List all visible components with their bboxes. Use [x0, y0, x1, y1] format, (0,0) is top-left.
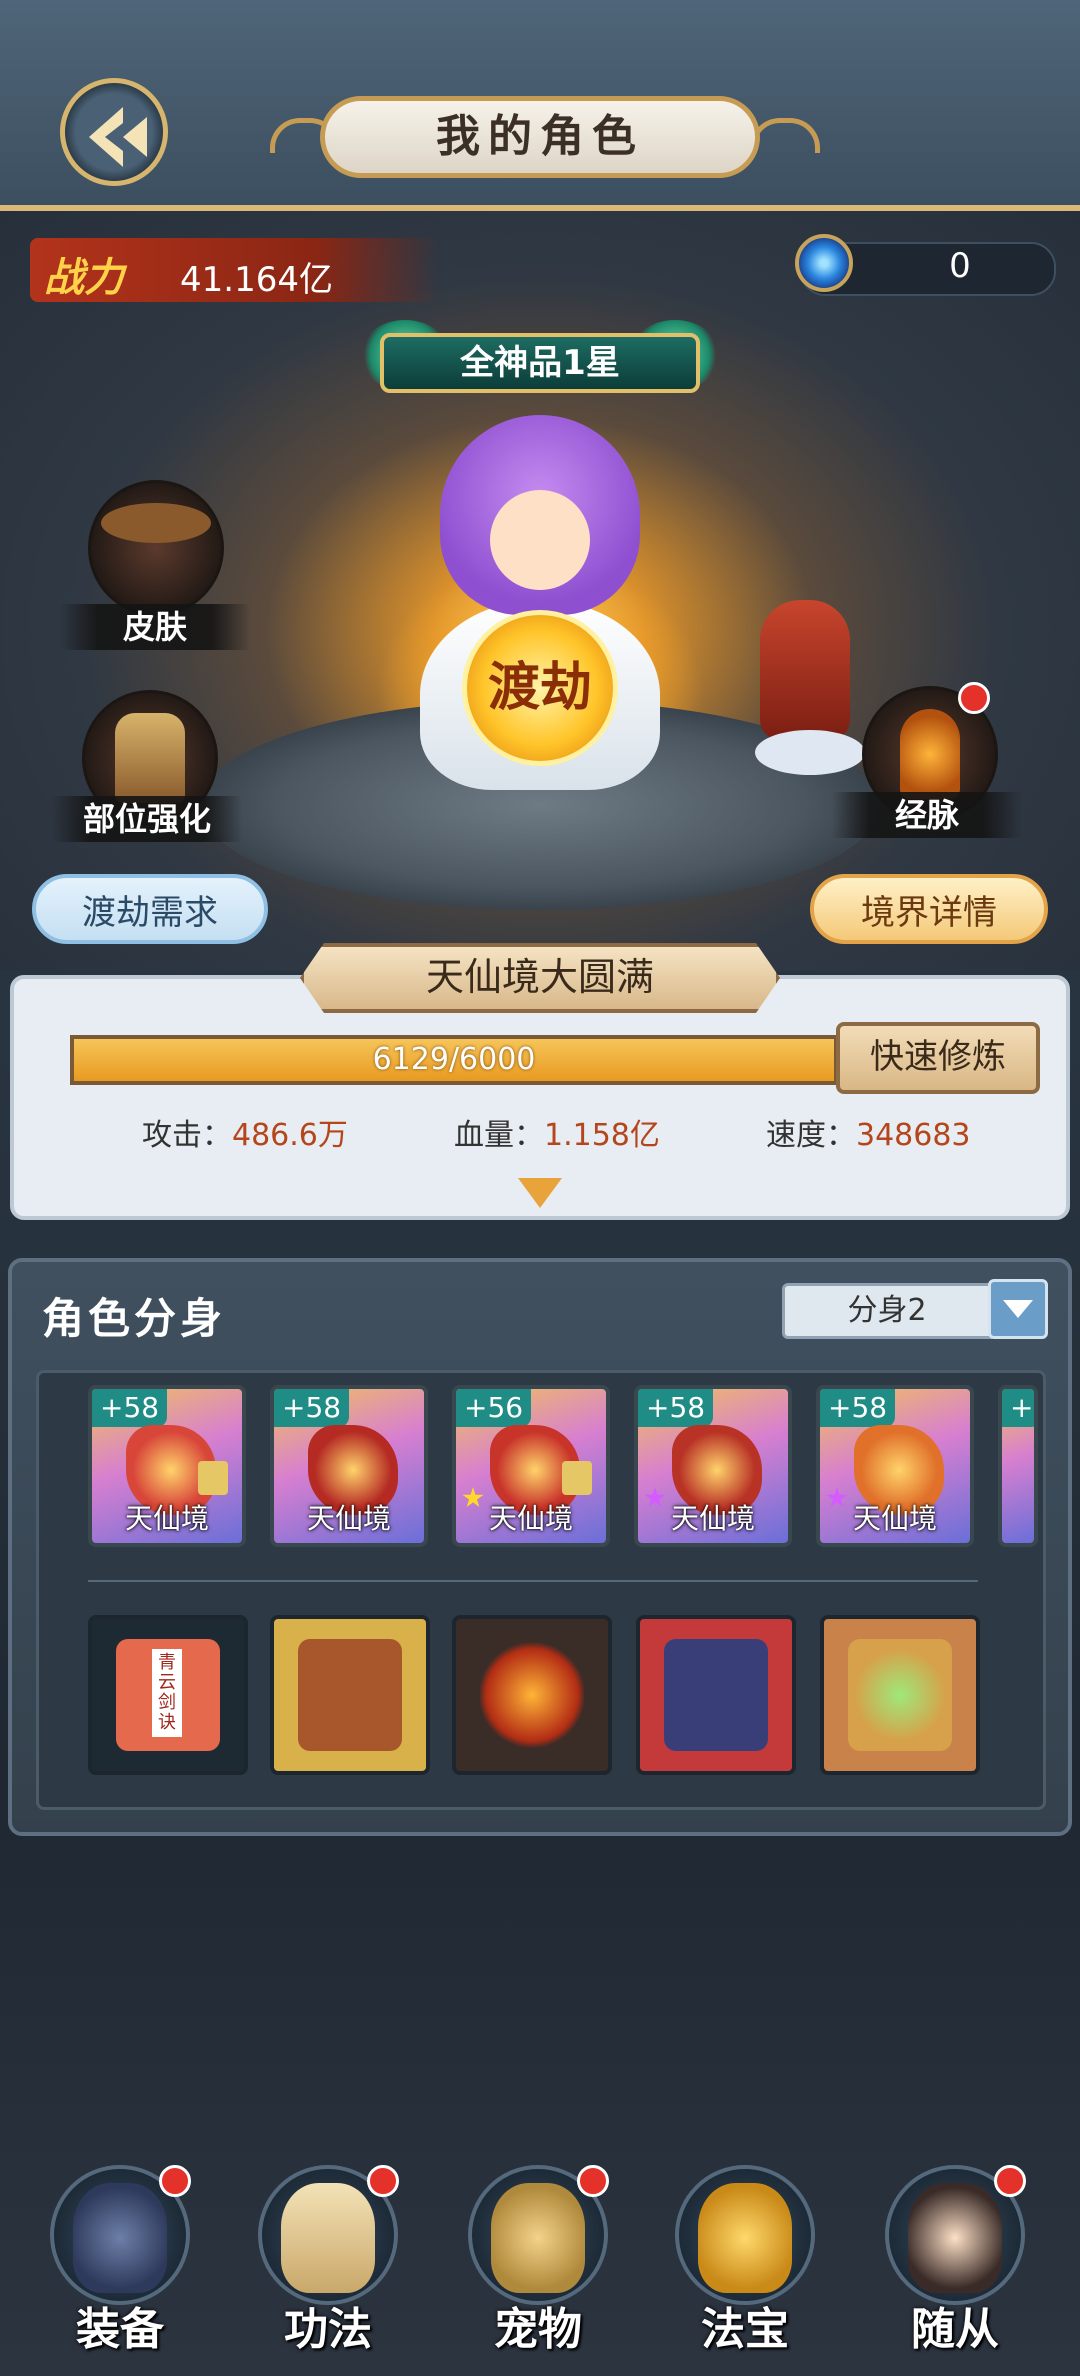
nav-treasure-bell[interactable]: 法宝 — [670, 2165, 820, 2365]
equipment-level: +56 — [456, 1389, 532, 1427]
skill-slot[interactable] — [452, 1615, 612, 1775]
meridian-badge — [958, 682, 990, 714]
equipment-slot[interactable]: +58 天仙境 — [270, 1385, 428, 1547]
notification-badge — [577, 2165, 609, 2197]
exp-progress-text: 6129/6000 — [372, 1042, 536, 1077]
combat-power-value: 41.164亿 — [180, 260, 333, 300]
fast-train-button[interactable]: 快速修炼 — [836, 1022, 1040, 1094]
cloud-decoration — [755, 730, 865, 775]
spirit-orb-icon — [795, 234, 853, 292]
back-arrow-icon — [89, 107, 147, 167]
skill-slot[interactable] — [636, 1615, 796, 1775]
stat-speed: 速度：348683 — [766, 1110, 971, 1154]
stat-hp-value: 1.158亿 — [544, 1118, 660, 1153]
meditation-figure-icon — [900, 709, 960, 799]
stat-speed-label: 速度： — [766, 1118, 856, 1153]
armored-general-icon — [664, 1639, 768, 1751]
meridian-label: 经脉 — [832, 792, 1022, 838]
hero-rank-banner: 全神品1星 — [380, 333, 700, 393]
page-title: 我的角色 — [320, 96, 760, 178]
skin-label: 皮肤 — [60, 604, 250, 650]
divider — [88, 1580, 978, 1582]
monkey-king-icon — [298, 1639, 402, 1751]
equipment-level: +58 — [820, 1389, 896, 1427]
stat-speed-value: 348683 — [856, 1118, 971, 1153]
skill-slot[interactable] — [270, 1615, 430, 1775]
stat-attack-value: 486.6万 — [232, 1118, 348, 1153]
stat-hp-label: 血量： — [454, 1118, 544, 1153]
equipment-realm: 天仙境 — [670, 1502, 755, 1535]
chevron-down-icon[interactable] — [988, 1279, 1048, 1339]
equipment-realm: 天仙境 — [306, 1502, 391, 1535]
combat-power-label: 战力 — [44, 255, 124, 301]
nav-label: 法宝 — [701, 2304, 789, 2355]
equipment-realm: 天仙境 — [124, 1502, 209, 1535]
dujie-requirements-button[interactable]: 渡劫需求 — [32, 874, 268, 944]
partial-item-icon — [1036, 1425, 1038, 1515]
stat-attack: 攻击：486.6万 — [142, 1110, 348, 1154]
nav-label: 装备 — [76, 2304, 164, 2355]
back-button[interactable] — [60, 78, 168, 186]
nav-follower[interactable]: 随从 — [880, 2165, 1030, 2365]
book-title: 青云剑诀 — [152, 1649, 182, 1737]
equipment-level: + — [1002, 1389, 1034, 1427]
lock-icon — [562, 1461, 592, 1495]
follower-icon — [908, 2183, 1002, 2293]
hero-face — [490, 490, 590, 590]
straw-hat-icon — [101, 503, 211, 543]
flame-blade-icon — [480, 1639, 584, 1751]
realm-details-button[interactable]: 境界详情 — [810, 874, 1048, 944]
equipment-realm: 天仙境 — [488, 1502, 573, 1535]
monkey-follower-figure — [760, 600, 850, 740]
dujie-button[interactable]: 渡劫 — [462, 610, 618, 766]
notification-badge — [994, 2165, 1026, 2197]
jade-bowl-icon — [848, 1639, 952, 1751]
equipment-level: +58 — [638, 1389, 714, 1427]
equipment-slot[interactable]: +58 天仙境 — [88, 1385, 246, 1547]
realm-name: 天仙境大圆满 — [300, 943, 780, 1013]
equipment-level: +58 — [274, 1389, 350, 1427]
treasure-bell-icon — [698, 2183, 792, 2293]
equipment-slot[interactable]: +56 天仙境 — [452, 1385, 610, 1547]
manual-book-icon: 青云剑诀 — [116, 1639, 220, 1751]
skill-slot[interactable]: 青云剑诀 — [88, 1615, 248, 1775]
nav-label: 随从 — [911, 2304, 999, 2355]
equipment-slot[interactable]: +58 天仙境 — [634, 1385, 792, 1547]
pet-dragon-icon — [491, 2183, 585, 2293]
equipment-slot[interactable]: +58 天仙境 — [816, 1385, 974, 1547]
notification-badge — [367, 2165, 399, 2197]
equipment-level: +58 — [92, 1389, 168, 1427]
equipment-icon — [73, 2183, 167, 2293]
incense-burner-icon — [115, 713, 185, 803]
stat-hp: 血量：1.158亿 — [454, 1110, 660, 1154]
skin-button[interactable] — [88, 480, 224, 616]
scroll-book-icon — [281, 2183, 375, 2293]
stat-attack-label: 攻击： — [142, 1118, 232, 1153]
currency-value: 0 — [949, 246, 971, 286]
nav-equipment[interactable]: 装备 — [45, 2165, 195, 2365]
equipment-slot[interactable]: + — [998, 1385, 1038, 1547]
skill-slot[interactable] — [820, 1615, 980, 1775]
lock-icon — [198, 1461, 228, 1495]
nav-scroll-book[interactable]: 功法 — [253, 2165, 403, 2365]
part-enhance-label: 部位强化 — [52, 796, 242, 842]
notification-badge — [159, 2165, 191, 2197]
expand-arrow-icon[interactable] — [518, 1178, 562, 1208]
clone-select[interactable]: 分身2 — [782, 1283, 992, 1339]
nav-pet-dragon[interactable]: 宠物 — [463, 2165, 613, 2365]
equipment-realm: 天仙境 — [852, 1502, 937, 1535]
exp-progress-bar: 6129/6000 — [70, 1035, 838, 1085]
nav-label: 功法 — [284, 2304, 372, 2355]
clone-title: 角色分身 — [42, 1294, 227, 1343]
nav-label: 宠物 — [494, 2304, 582, 2355]
